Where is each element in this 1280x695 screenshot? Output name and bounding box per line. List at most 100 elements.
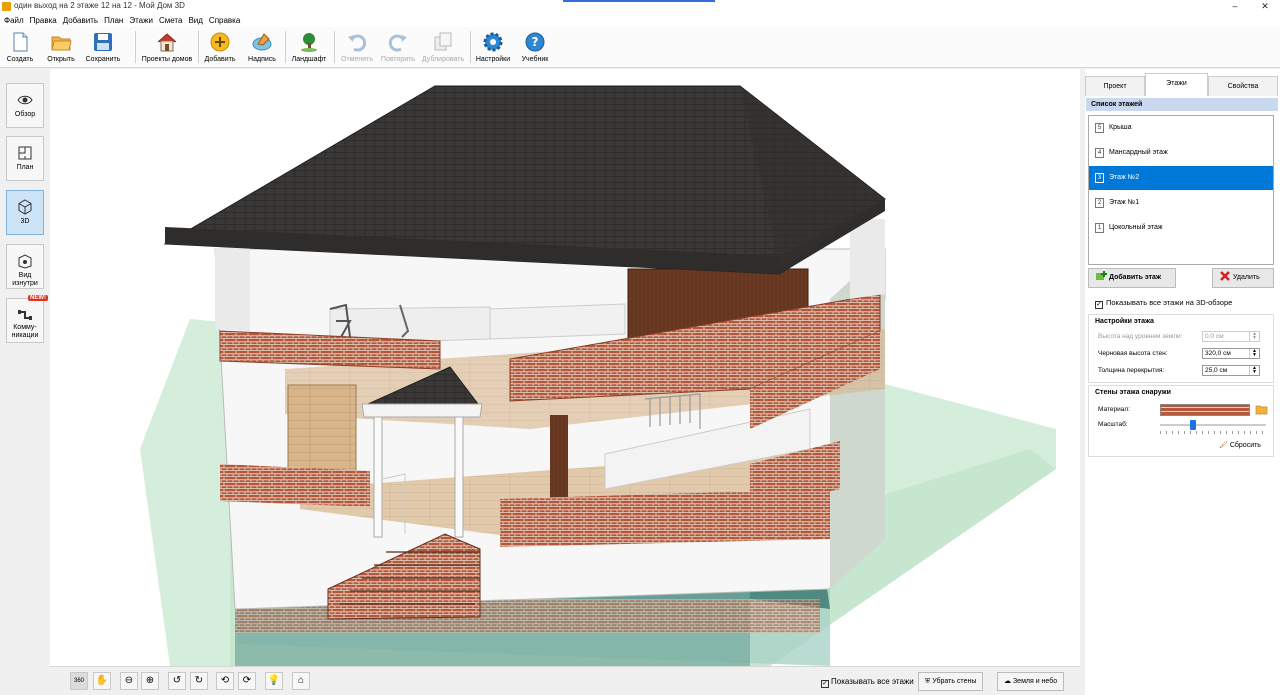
- cube-3d-icon: [18, 199, 32, 215]
- floor-plan-icon: [18, 146, 32, 160]
- duplicate-button[interactable]: Дублировать: [421, 29, 465, 66]
- floor-item[interactable]: 1 Цокольный этаж: [1089, 216, 1273, 240]
- open-button[interactable]: Открыть: [42, 29, 80, 66]
- add-button[interactable]: Добавить: [202, 29, 238, 66]
- floor-settings-title: Настройки этажа: [1095, 318, 1154, 325]
- help-icon: ?: [525, 32, 545, 52]
- svg-text:?: ?: [532, 35, 539, 49]
- menu-plan[interactable]: План: [101, 14, 126, 27]
- eye-icon: [17, 95, 33, 105]
- house-3d-render: [140, 85, 1056, 666]
- scale-slider[interactable]: [1160, 420, 1266, 430]
- wall-height-input[interactable]: 320,0 см ▲ ▼: [1202, 348, 1260, 359]
- floor-item-selected[interactable]: 3 Этаж №2: [1089, 166, 1273, 190]
- toolbar-separator: [470, 31, 471, 63]
- height-label: Высота над уровнем земли:: [1098, 333, 1183, 340]
- floor-list: 5 Крыша 4 Мансардный этаж 3 Этаж №2 2 Этаж №…: [1088, 115, 1274, 265]
- scale-label: Масштаб:: [1098, 421, 1128, 428]
- 3d-viewport[interactable]: [50, 69, 1080, 666]
- pan-hand-icon[interactable]: ✋: [93, 672, 111, 690]
- home-icon[interactable]: ⌂: [292, 672, 310, 690]
- label-button[interactable]: Надпись: [244, 29, 280, 66]
- height-input[interactable]: 0,0 см ▲ ▼: [1202, 331, 1260, 342]
- new-file-icon: [13, 32, 28, 52]
- floor-item[interactable]: 4 Мансардный этаж: [1089, 141, 1273, 165]
- add-floor-icon: [1096, 271, 1107, 280]
- ground-sky-button[interactable]: ☁ Земля и небо: [997, 672, 1065, 691]
- reset-button[interactable]: 🖌 Сбросить: [1219, 441, 1261, 449]
- show-all-3d-checkbox[interactable]: ✓ Показывать все этажи на 3D-обзоре: [1095, 298, 1232, 309]
- paint-label-icon: [252, 33, 272, 51]
- rotate-right-icon[interactable]: ↻: [190, 672, 208, 690]
- floor-item[interactable]: 5 Крыша: [1089, 116, 1273, 140]
- menu-edit[interactable]: Правка: [27, 14, 60, 27]
- slab-thickness-input[interactable]: 25,0 см ▲ ▼: [1202, 365, 1260, 376]
- tab-project[interactable]: Проект: [1085, 76, 1145, 96]
- floppy-disk-icon: [94, 33, 112, 51]
- tilt-up-icon[interactable]: ⟲: [216, 672, 234, 690]
- spinner-arrows-icon[interactable]: ▲ ▼: [1249, 332, 1259, 341]
- rotate-left-icon[interactable]: ↺: [168, 672, 186, 690]
- nav-plan[interactable]: План: [6, 136, 44, 181]
- left-nav: Обзор План 3D Вид изнутри NEW! Комму-ника…: [0, 69, 50, 695]
- nav-comm-label-2: никации: [11, 332, 39, 339]
- create-button[interactable]: Создать: [4, 29, 36, 66]
- menu-estimate[interactable]: Смета: [156, 14, 185, 27]
- material-label: Материал:: [1098, 406, 1130, 413]
- rotate-360-button[interactable]: 360: [70, 672, 88, 690]
- toolbar-separator: [198, 31, 199, 63]
- tutorial-button[interactable]: ? Учебник: [518, 29, 552, 66]
- outer-walls-group: Стены этажа снаружи Материал: Масштаб: 🖌…: [1088, 385, 1274, 457]
- spinner-arrows-icon[interactable]: ▲ ▼: [1249, 349, 1259, 358]
- slider-thumb[interactable]: [1189, 420, 1196, 430]
- tilt-down-icon[interactable]: ⟳: [238, 672, 256, 690]
- landscape-button[interactable]: Ландшафт: [289, 29, 329, 66]
- zoom-in-icon[interactable]: ⊕: [141, 672, 159, 690]
- pipes-icon: [18, 310, 32, 320]
- tab-floors[interactable]: Этажи: [1145, 73, 1208, 96]
- spinner-arrows-icon[interactable]: ▲ ▼: [1249, 366, 1259, 375]
- house-icon: [157, 33, 177, 52]
- app-icon: [2, 2, 11, 11]
- right-panel: Проект Этажи Свойства Список этажей 5 Кры…: [1085, 69, 1280, 695]
- add-floor-button[interactable]: Добавить этаж: [1088, 268, 1176, 288]
- tab-properties[interactable]: Свойства: [1208, 76, 1278, 96]
- outer-walls-title: Стены этажа снаружи: [1095, 389, 1171, 396]
- house-projects-button[interactable]: Проекты домов: [140, 29, 194, 66]
- brick-material-swatch[interactable]: [1160, 404, 1250, 416]
- menu-view[interactable]: Вид: [185, 14, 205, 27]
- folder-open-icon[interactable]: [1255, 404, 1268, 415]
- nav-3d[interactable]: 3D: [6, 190, 44, 235]
- nav-overview[interactable]: Обзор: [6, 83, 44, 128]
- undo-icon: [348, 34, 367, 52]
- delete-floor-button[interactable]: Удалить: [1212, 268, 1274, 288]
- floor-settings-group: Настройки этажа Высота над уровнем земли…: [1088, 314, 1274, 383]
- zoom-out-icon[interactable]: ⊖: [120, 672, 138, 690]
- nav-communications[interactable]: NEW! Комму-никации: [6, 295, 48, 343]
- minimize-button[interactable]: –: [1224, 0, 1246, 14]
- window-title: один выход на 2 этаже 12 на 12 - Мой Дом…: [14, 1, 185, 10]
- checkbox-checked-icon: ✓: [821, 680, 829, 688]
- redo-button[interactable]: Повторить: [379, 29, 417, 66]
- show-all-floors-checkbox[interactable]: ✓ Показывать все этажи: [821, 677, 914, 688]
- menu-help[interactable]: Справка: [206, 14, 243, 27]
- remove-walls-button[interactable]: ⛨ Убрать стены: [918, 672, 984, 691]
- close-button[interactable]: ✕: [1254, 0, 1276, 14]
- undo-button[interactable]: Отменить: [339, 29, 375, 66]
- settings-button[interactable]: Настройки: [474, 29, 512, 66]
- nav-inside-label-1: Вид: [18, 272, 32, 279]
- bottom-toolbar: 360 ✋ ⊖ ⊕ ↺ ↻ ⟲ ⟳ 💡 ⌂ ✓ Показывать все эт…: [50, 666, 1080, 695]
- menu-file[interactable]: Файл: [0, 14, 27, 27]
- nav-inside-view[interactable]: Вид изнутри: [6, 244, 44, 289]
- menu-floors[interactable]: Этажи: [126, 14, 156, 27]
- folder-open-icon: [51, 36, 72, 51]
- floor-item[interactable]: 2 Этаж №1: [1089, 191, 1273, 215]
- menu-add[interactable]: Добавить: [60, 14, 101, 27]
- toolbar-separator: [285, 31, 286, 63]
- save-button[interactable]: Сохранить: [82, 29, 124, 66]
- toolbar-separator: [334, 31, 335, 63]
- lightbulb-icon[interactable]: 💡: [265, 672, 283, 690]
- title-accent-bar: [563, 0, 715, 2]
- toolbar: Создать Открыть Сохранить ▼ Проекты домо…: [0, 27, 1280, 77]
- duplicate-icon: [434, 32, 452, 51]
